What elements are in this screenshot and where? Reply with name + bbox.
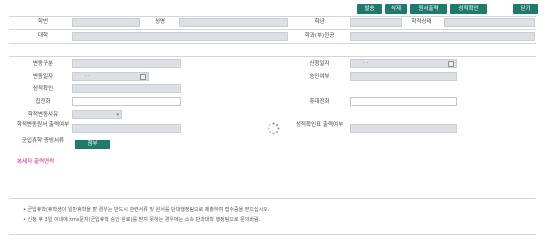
close-button[interactable]: 닫기 xyxy=(513,4,538,14)
divider xyxy=(9,234,536,235)
print-application-button[interactable]: 원서출력 xyxy=(410,4,447,14)
attach-button[interactable]: 첨부 xyxy=(75,140,110,149)
home-phone-label: 집전화 xyxy=(35,99,51,105)
change-reason-label: 학적변동사유 xyxy=(27,112,59,118)
notice-line-1: • 군입휴학(휴학생이 일반휴학을 할 경우는 반드시 관련서류 및 원서를 단… xyxy=(23,207,270,213)
grade-field xyxy=(350,18,402,27)
approval-field xyxy=(350,72,457,81)
change-reason-select[interactable]: ▾ xyxy=(72,110,122,119)
doc-print-label: 학적변동원서 출력여부 xyxy=(16,122,70,128)
major-field xyxy=(350,32,535,41)
chevron-down-icon: ▾ xyxy=(116,112,119,118)
apply-date-value: - - xyxy=(363,60,369,66)
grade-check-button[interactable]: 성적확인 xyxy=(450,4,487,14)
warning-text: 복세자 출력연락 xyxy=(17,159,55,165)
divider xyxy=(9,16,536,17)
enrollment-status-label: 학적상태 xyxy=(411,19,432,25)
change-type-label: 변동구분 xyxy=(32,61,54,67)
divider xyxy=(9,198,536,199)
calendar-icon[interactable] xyxy=(140,74,146,80)
divider xyxy=(9,56,536,57)
mobile-phone-input[interactable] xyxy=(350,97,457,106)
divider xyxy=(9,43,536,44)
name-label: 성명 xyxy=(154,19,166,25)
military-docs-label: 군입휴학 증빙서류 xyxy=(21,138,65,144)
grade-confirm-label: 성적확인 xyxy=(32,86,54,92)
divider xyxy=(9,29,536,30)
notice-line-2: • 신청 후 3일 이내에 sms문자(군입휴학 승인 완료)를 받지 못하는 … xyxy=(23,217,261,223)
name-field xyxy=(179,18,288,27)
doc-print-field xyxy=(72,124,181,133)
apply-date-field[interactable]: - - xyxy=(350,59,457,68)
grade-print-label: 성적확인표 출력여부 xyxy=(295,122,344,128)
grade-print-field xyxy=(350,124,457,133)
student-id-field xyxy=(72,18,140,27)
change-date-label: 변동일자 xyxy=(32,74,54,80)
approval-label: 승인여부 xyxy=(309,74,330,80)
major-label: 학과(부)전공 xyxy=(304,33,335,39)
loading-spinner-icon xyxy=(267,122,280,135)
home-phone-input[interactable] xyxy=(72,97,181,106)
apply-date-label: 신청일자 xyxy=(309,61,330,67)
delete-button[interactable]: 삭제 xyxy=(385,4,407,14)
student-id-label: 학번 xyxy=(37,19,49,25)
enrollment-status-field xyxy=(444,18,535,27)
send-button[interactable]: 발송 xyxy=(357,4,382,14)
college-label: 대학 xyxy=(37,33,49,39)
mobile-phone-label: 휴대전화 xyxy=(309,99,330,105)
college-field xyxy=(72,32,288,41)
change-type-select[interactable] xyxy=(72,59,181,68)
change-date-field[interactable]: - - xyxy=(72,72,149,81)
grade-confirm-field xyxy=(72,84,181,93)
calendar-icon[interactable] xyxy=(448,61,454,67)
grade-label: 학년 xyxy=(314,19,325,25)
change-date-value: - - xyxy=(85,73,91,79)
